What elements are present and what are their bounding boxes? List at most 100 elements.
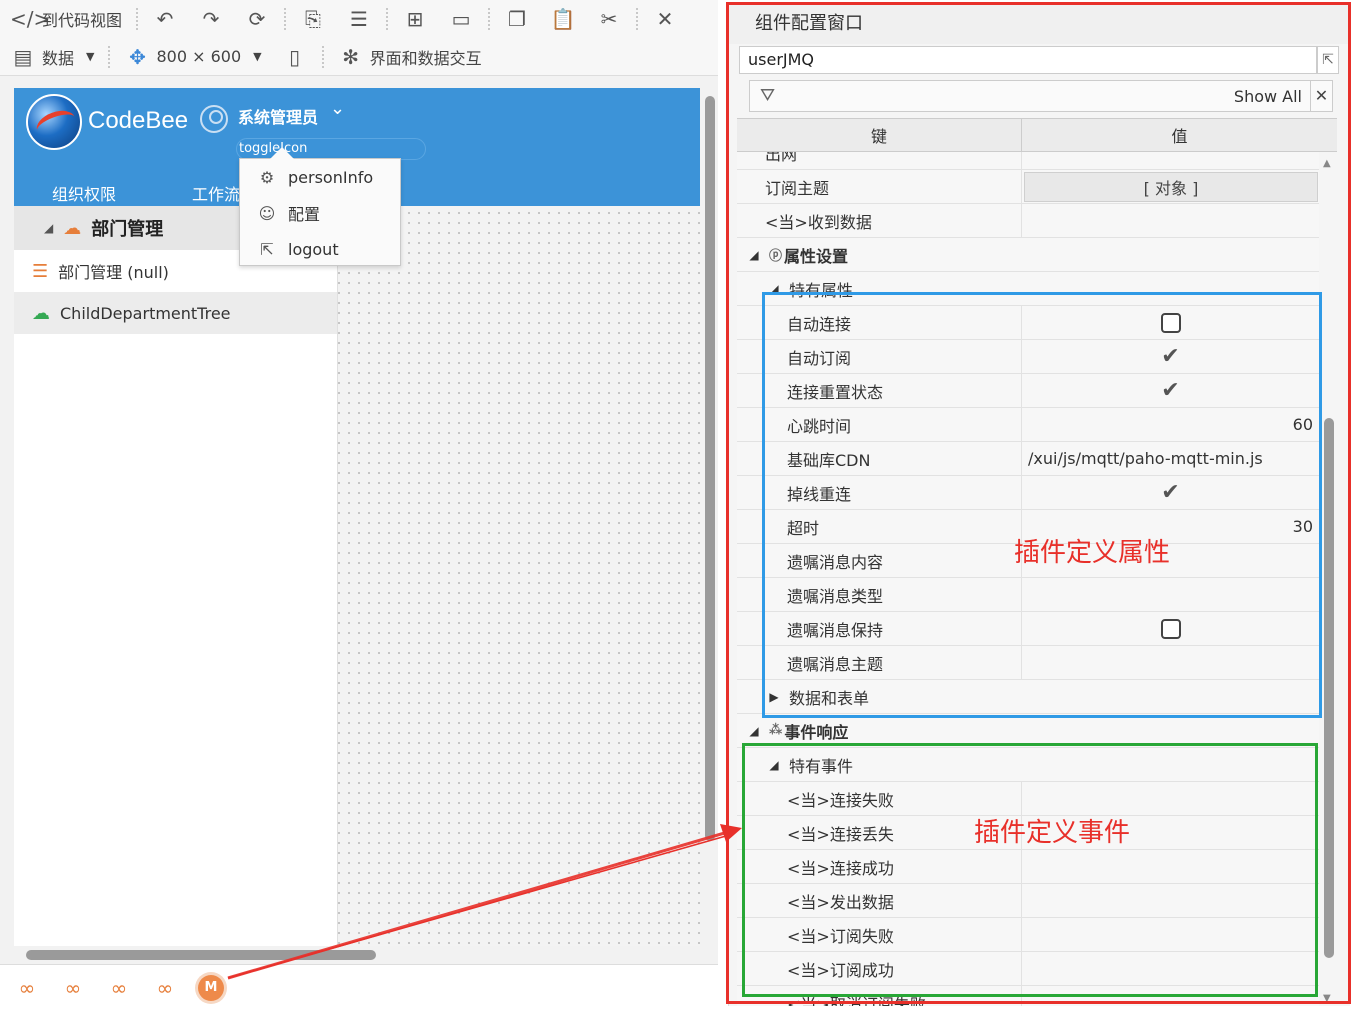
collapse-triangle-icon[interactable]: ◢: [765, 282, 783, 296]
property-key-label: 遗嘱消息保持: [787, 620, 884, 640]
property-row[interactable]: ◢ ⁂ 事件响应: [737, 714, 1319, 748]
link-icon[interactable]: ∞: [106, 976, 132, 1000]
property-row[interactable]: 连接重置状态 ✔: [737, 374, 1319, 408]
property-row[interactable]: <当>连接成功: [737, 850, 1319, 884]
property-row[interactable]: 掉线重连 ✔: [737, 476, 1319, 510]
design-canvas[interactable]: CodeBee 系统管理员 ⌄ toggleIcon 组织权限 工作流 ◢ ☁ …: [14, 88, 700, 946]
property-value[interactable]: ✔: [1022, 374, 1319, 407]
property-key-label: 自动连接: [787, 314, 852, 334]
data-menu-button[interactable]: ▤ 数据 ▼: [0, 38, 104, 76]
property-value[interactable]: [1022, 782, 1319, 815]
property-value[interactable]: [1022, 152, 1319, 169]
property-row[interactable]: ◢ 特有属性: [737, 272, 1319, 306]
property-row[interactable]: ◢ 特有事件: [737, 748, 1319, 782]
list-button[interactable]: ☰: [336, 0, 382, 38]
refresh-button[interactable]: ⟳: [234, 0, 280, 38]
property-row[interactable]: 基础库CDN/xui/js/mqtt/paho-mqtt-min.js: [737, 442, 1319, 476]
checkmark-icon[interactable]: ✔: [1161, 344, 1179, 369]
checkbox[interactable]: [1160, 312, 1181, 333]
filter-icon[interactable]: ⛛: [760, 85, 775, 106]
user-name[interactable]: 系统管理员: [238, 104, 318, 128]
nav-tab-workflow[interactable]: 工作流: [192, 181, 240, 205]
property-row[interactable]: <当>订阅成功: [737, 952, 1319, 986]
property-row[interactable]: 遗嘱消息主题: [737, 646, 1319, 680]
property-row[interactable]: <当>收到数据: [737, 204, 1319, 238]
property-row[interactable]: <当>订阅失败: [737, 918, 1319, 952]
scroll-up-icon[interactable]: ▲: [1323, 158, 1331, 169]
link-icon[interactable]: ∞: [152, 976, 178, 1000]
property-row[interactable]: 自动订阅 ✔: [737, 340, 1319, 374]
undo-button[interactable]: ↶: [142, 0, 188, 38]
property-value[interactable]: [ 对象 ]: [1022, 170, 1319, 203]
tree-item-child-department[interactable]: ☁ ChildDepartmentTree: [14, 292, 337, 334]
property-value[interactable]: [1022, 306, 1319, 339]
property-row[interactable]: 遗嘱消息保持: [737, 612, 1319, 646]
property-value[interactable]: 60: [1022, 408, 1319, 441]
canvas-size-button[interactable]: ✥ 800 × 600 ▼: [114, 38, 271, 76]
property-row[interactable]: 心跳时间 60: [737, 408, 1319, 442]
property-value[interactable]: [1022, 850, 1319, 883]
filter-bar[interactable]: ⛛ Show All ✕: [749, 80, 1333, 112]
frame-button[interactable]: ▭: [438, 0, 484, 38]
component-name-field[interactable]: userJMQ: [739, 46, 1317, 74]
ui-data-interaction-label: 界面和数据交互: [369, 48, 482, 68]
property-value[interactable]: [1022, 204, 1319, 237]
checkbox[interactable]: [1160, 618, 1181, 639]
property-key: 订阅主题: [737, 170, 1022, 203]
toggle-icon-button[interactable]: toggleIcon: [236, 138, 426, 160]
code-button[interactable]: </> 到代码视图: [0, 0, 132, 38]
preview-button[interactable]: ⎘: [290, 0, 336, 38]
canvas-vertical-scrollbar[interactable]: [703, 88, 717, 946]
checkmark-icon[interactable]: ✔: [1161, 480, 1179, 505]
nav-tab-org[interactable]: 组织权限: [52, 181, 116, 205]
property-value[interactable]: [1022, 646, 1319, 679]
external-link-icon: ⇱: [260, 239, 274, 259]
property-grid-scrollbar[interactable]: ▲ ▼: [1321, 152, 1337, 1006]
collapse-triangle-icon[interactable]: ◢: [745, 248, 763, 262]
expand-triangle-icon[interactable]: ▶: [765, 690, 783, 704]
property-value[interactable]: [1022, 918, 1319, 951]
property-row[interactable]: ◢ ⓟ 属性设置: [737, 238, 1319, 272]
property-value[interactable]: [1022, 578, 1319, 611]
property-value[interactable]: [1022, 884, 1319, 917]
property-row[interactable]: <当>取消订阅失败: [737, 986, 1319, 1006]
collapse-triangle-icon[interactable]: ◢: [765, 758, 783, 772]
property-row[interactable]: ▶ 数据和表单: [737, 680, 1319, 714]
link-icon[interactable]: ∞: [60, 976, 86, 1000]
chevron-down-icon[interactable]: ⌄: [330, 98, 345, 119]
property-row[interactable]: <当>连接失败: [737, 782, 1319, 816]
property-value[interactable]: [1022, 986, 1319, 1006]
link-icon[interactable]: ∞: [14, 976, 40, 1000]
cut-button[interactable]: ✂: [586, 0, 632, 38]
checkmark-icon[interactable]: ✔: [1161, 378, 1179, 403]
property-row[interactable]: 自动连接: [737, 306, 1319, 340]
copy-button[interactable]: ❐: [494, 0, 540, 38]
mobile-view-button[interactable]: ▯: [272, 38, 318, 76]
redo-button[interactable]: ↷: [188, 0, 234, 38]
mqtt-component-icon[interactable]: M: [198, 974, 224, 1001]
property-value[interactable]: [1022, 612, 1319, 645]
object-value-button[interactable]: [ 对象 ]: [1024, 171, 1318, 202]
show-all-button[interactable]: Show All: [1234, 87, 1302, 106]
align-button[interactable]: ⊞: [392, 0, 438, 38]
property-value[interactable]: [1022, 952, 1319, 985]
property-value[interactable]: /xui/js/mqtt/paho-mqtt-min.js: [1022, 442, 1319, 475]
scroll-down-icon[interactable]: ▼: [1323, 993, 1331, 1004]
collapse-triangle-icon[interactable]: ◢: [44, 221, 53, 235]
menu-item-config[interactable]: ☺ 配置: [240, 195, 400, 231]
close-icon[interactable]: ✕: [1310, 81, 1332, 111]
delete-button[interactable]: ✕: [642, 0, 688, 38]
paste-button[interactable]: 📋: [540, 0, 586, 38]
canvas-horizontal-scrollbar[interactable]: [14, 947, 700, 963]
property-row[interactable]: 出网: [737, 152, 1319, 170]
popout-icon[interactable]: ⇱: [1317, 46, 1339, 74]
menu-item-logout[interactable]: ⇱ logout: [240, 231, 400, 267]
ui-data-interaction-button[interactable]: ✻ 界面和数据交互: [328, 38, 492, 76]
property-row[interactable]: <当>发出数据: [737, 884, 1319, 918]
property-value[interactable]: ✔: [1022, 476, 1319, 509]
collapse-triangle-icon[interactable]: ◢: [745, 724, 763, 738]
property-value[interactable]: ✔: [1022, 340, 1319, 373]
menu-item-personinfo[interactable]: ⚙ personInfo: [240, 159, 400, 195]
property-row[interactable]: 遗嘱消息类型: [737, 578, 1319, 612]
property-row[interactable]: 订阅主题 [ 对象 ]: [737, 170, 1319, 204]
